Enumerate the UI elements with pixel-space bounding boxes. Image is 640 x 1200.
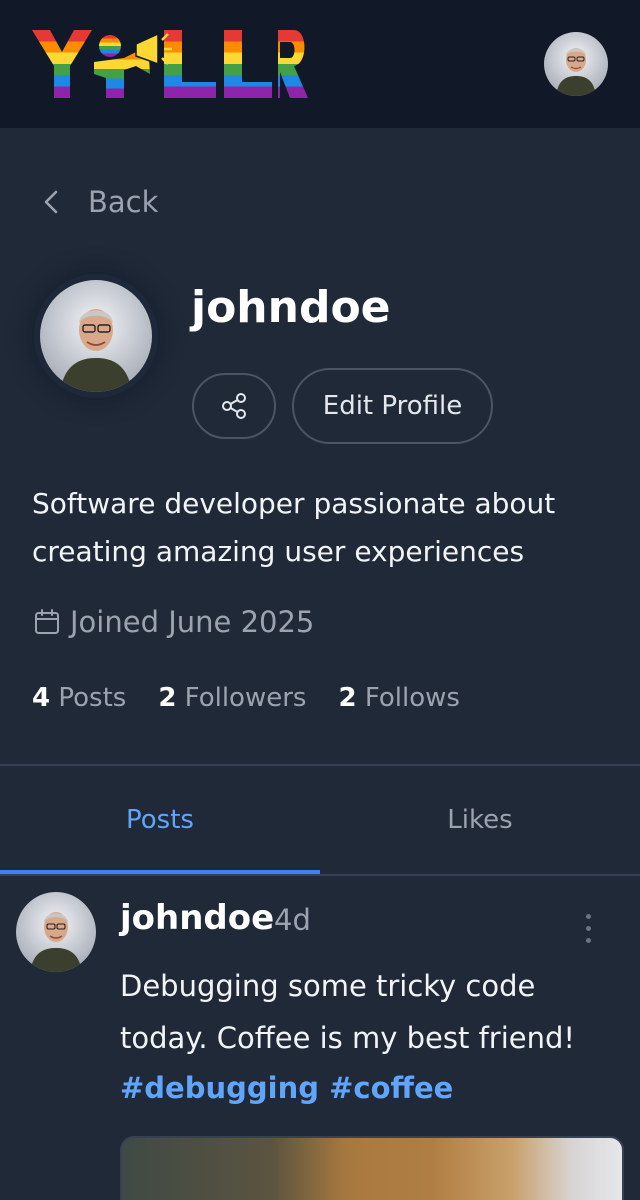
stat-count: 2 <box>338 683 357 713</box>
share-button[interactable] <box>192 373 276 439</box>
stat-label: Posts <box>58 683 127 713</box>
hashtag-link[interactable]: #debugging <box>120 1071 319 1105</box>
stat-label: Followers <box>184 683 307 713</box>
tab-posts[interactable]: Posts <box>0 766 320 874</box>
more-vertical-icon <box>585 937 591 943</box>
stat-count: 4 <box>32 683 51 713</box>
profile-avatar <box>40 280 152 392</box>
tab-likes[interactable]: Likes <box>320 766 640 874</box>
joined-date: Joined June 2025 <box>32 600 314 644</box>
app-logo[interactable] <box>32 30 308 98</box>
post-author-avatar[interactable] <box>16 892 96 972</box>
more-vertical-icon <box>585 925 591 931</box>
post-text: Debugging some tricky code today. Coffee… <box>120 969 576 1055</box>
stat-count: 2 <box>158 683 177 713</box>
back-button[interactable]: Back <box>36 180 158 224</box>
stat-posts[interactable]: 4 Posts <box>32 683 126 713</box>
stat-follows[interactable]: 2 Follows <box>338 683 459 713</box>
profile-stats: 4 Posts 2 Followers 2 Follows <box>32 678 492 718</box>
more-vertical-icon <box>585 913 591 919</box>
avatar-photo <box>40 280 152 392</box>
post-more-button[interactable] <box>572 906 604 950</box>
post-timestamp: 4d <box>274 903 311 937</box>
post-hashtags: #debugging #coffee <box>120 1064 453 1112</box>
hashtag-link[interactable]: #coffee <box>329 1071 453 1105</box>
stat-followers[interactable]: 2 Followers <box>158 683 306 713</box>
profile-bio: Software developer passionate about crea… <box>32 487 556 568</box>
post-author-name[interactable]: johndoe <box>120 898 274 938</box>
profile-username: johndoe <box>191 282 391 333</box>
calendar-icon <box>35 609 59 634</box>
joined-label: Joined June 2025 <box>70 605 315 639</box>
post-image[interactable] <box>120 1136 624 1200</box>
back-label: Back <box>88 185 159 219</box>
avatar-photo <box>544 32 608 96</box>
top-bar <box>0 0 640 128</box>
divider <box>0 874 640 876</box>
share-icon <box>222 393 246 419</box>
header-avatar[interactable] <box>544 32 608 96</box>
edit-profile-button[interactable]: Edit Profile <box>292 368 493 444</box>
chevron-left-icon <box>44 190 58 214</box>
avatar-photo <box>16 892 96 972</box>
stat-label: Follows <box>364 683 460 713</box>
